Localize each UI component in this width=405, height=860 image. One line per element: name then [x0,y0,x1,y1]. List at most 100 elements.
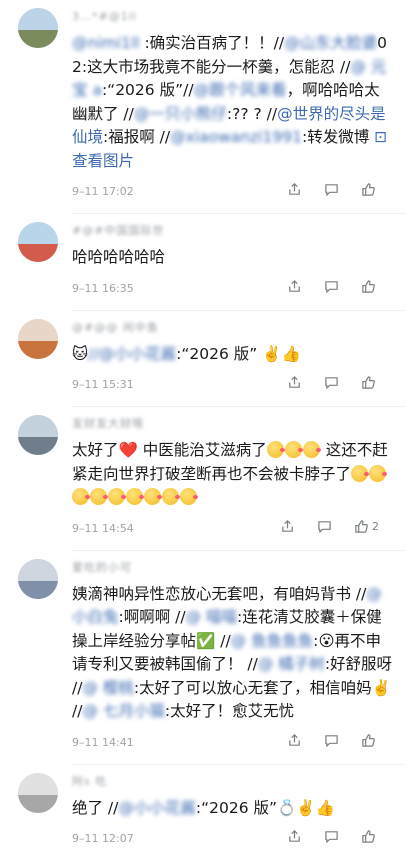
like-button[interactable]: 2 [354,519,379,534]
text-segment: 哈哈哈哈哈哈 [72,248,165,266]
comment-meta: 9–11 14:54 2 [72,510,393,550]
share-button[interactable] [287,182,302,197]
comment-time: 9–11 14:54 [72,522,134,535]
comment-text: 哈哈哈哈哈哈 [72,246,393,270]
comment-time: 9–11 16:35 [72,282,134,295]
comment-icon [317,519,332,534]
like-icon [361,375,376,390]
comment-icon [324,375,339,390]
comment-actions [265,279,379,294]
text-segment: 姨滴神呐异性恋放心无套吧，有咱妈背书 // [72,585,366,603]
like-icon [361,733,376,748]
share-icon [287,375,302,390]
mention-link[interactable]: //@小小花酱 [88,345,176,363]
like-icon [354,519,369,534]
comment-actions: 2 [258,519,379,534]
comment-button[interactable] [324,182,339,197]
comment-icon [324,733,339,748]
avatar[interactable] [18,319,58,359]
comment-item: 阿s 吃绝了 //@小小花酱:“2026 版”💍✌️👍9–11 12:07 [0,765,405,860]
like-button[interactable] [361,279,379,294]
mention-link[interactable]: @跟个风来看 [194,81,287,99]
kiss-emoji-icon [126,488,143,505]
comment-username[interactable]: #@#中国国际世 [72,222,393,240]
mention-link[interactable]: @ 喵喵 [186,608,237,626]
share-icon [287,733,302,748]
share-button[interactable] [287,829,302,844]
share-icon [287,829,302,844]
comment-username[interactable]: 爱吃的小可 [72,559,393,577]
avatar[interactable] [18,559,58,599]
mention-link[interactable]: @ 橘子树 [258,655,325,673]
text-segment: :转发微博 [302,128,374,146]
mention-link[interactable]: @一只小熊仔 [134,105,227,123]
text-segment: :?? ? // [227,105,277,123]
comment-username[interactable]: 阿s 吃 [72,773,393,791]
comment-button[interactable] [324,733,339,748]
mention-link[interactable]: nimi1ll [88,34,145,52]
mention-link[interactable]: @小小花酱 [118,799,196,817]
comment-button[interactable] [317,519,332,534]
text-segment: :“2026 版”// [102,81,194,99]
kiss-emoji-icon [351,465,368,482]
like-button[interactable] [361,829,379,844]
mention-link[interactable]: a [92,81,102,99]
like-button[interactable] [361,375,379,390]
comment-username[interactable]: 3…*#@1ll [72,8,393,26]
text-segment: ❤️ [119,441,138,459]
comment-meta: 9–11 16:35 [72,270,393,310]
comment-actions [265,182,379,197]
avatar[interactable] [18,222,58,262]
comment-item: @#@@ 闲中鱼 🐱//@小小花酱:“2026 版” ✌️👍9–11 15:31 [0,311,405,407]
avatar[interactable] [18,415,58,455]
text-segment: :福报啊 // [103,128,170,146]
text-segment: 绝了 // [72,799,118,817]
kiss-emoji-icon [369,465,386,482]
kiss-emoji-icon [108,488,125,505]
kiss-emoji-icon [144,488,161,505]
comment-button[interactable] [324,375,339,390]
mention-link[interactable]: @ 樱桃 [82,679,133,697]
comment-icon [324,182,339,197]
comment-actions [265,375,379,390]
mention-link[interactable]: @ 鱼鱼鱼鱼 [231,632,313,650]
comment-icon [324,279,339,294]
mention-link[interactable]: @ 七月小猫 [82,702,164,720]
text-segment: :“2026 版” ✌️👍 [176,345,301,363]
kiss-emoji-icon [180,488,197,505]
like-icon [361,829,376,844]
comment-meta: 9–11 15:31 [72,366,393,406]
share-icon [280,519,295,534]
mention-link[interactable]: @xiaowanzi1991 [170,128,302,146]
comment-meta: 9–11 12:07 [72,820,393,860]
mention-link[interactable]: @ [72,34,88,52]
comment-actions [265,733,379,748]
text-segment: :确实治百病了！！// [144,34,284,52]
comment-button[interactable] [324,829,339,844]
comment-username[interactable]: @#@@ 闲中鱼 [72,319,393,337]
share-button[interactable] [287,279,302,294]
comment-text: 🐱//@小小花酱:“2026 版” ✌️👍 [72,343,393,367]
comment-text: 绝了 //@小小花酱:“2026 版”💍✌️👍 [72,797,393,821]
avatar[interactable] [18,773,58,813]
share-button[interactable] [280,519,295,534]
text-segment: :太好了！愈艾无忧 [165,702,294,720]
like-button[interactable] [361,733,379,748]
comment-username[interactable]: 发财发大财哦 [72,415,393,433]
comment-button[interactable] [324,279,339,294]
comment-meta: 9–11 17:02 [72,173,393,213]
kiss-emoji-icon [162,488,179,505]
like-button[interactable] [361,182,379,197]
share-icon [287,279,302,294]
like-icon [361,279,376,294]
avatar[interactable] [18,8,58,48]
comment-time: 9–11 17:02 [72,185,134,198]
kiss-emoji-icon [303,441,320,458]
comment-text: @nimi1ll :确实治百病了！！//@山东大脸婆02:这大市场我竟不能分一杯… [72,32,393,173]
share-button[interactable] [287,375,302,390]
share-button[interactable] [287,733,302,748]
mention-link[interactable]: @山东大脸婆 [284,34,377,52]
like-count: 2 [372,520,379,533]
kiss-emoji-icon [90,488,107,505]
comment-item: 爱吃的小可姨滴神呐异性恋放心无套吧，有咱妈背书 //@ 小白兔:啊啊啊 //@ … [0,551,405,764]
